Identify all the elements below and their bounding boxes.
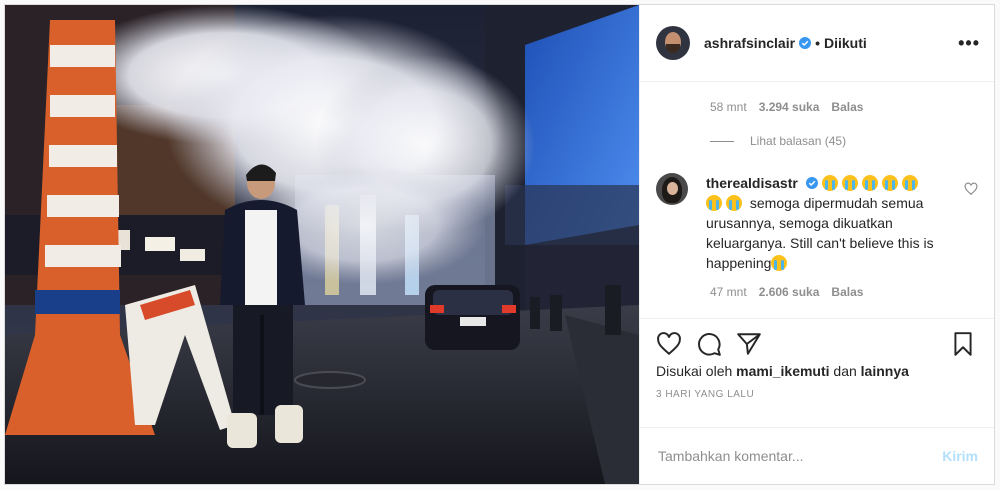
- comment-likes[interactable]: 2.606 suka: [759, 285, 820, 299]
- follow-status-button[interactable]: Diikuti: [824, 35, 867, 51]
- comments-section: 58 mnt 3.294 suka Balas Lihat balasan (4…: [640, 82, 994, 318]
- author-username[interactable]: ashrafsinclair: [704, 35, 795, 51]
- crying-face-icon: [901, 175, 918, 191]
- comment-time: 47 mnt: [710, 285, 747, 299]
- author-avatar[interactable]: [656, 26, 690, 60]
- first-comment-meta: 58 mnt 3.294 suka Balas: [710, 100, 863, 114]
- post-timestamp[interactable]: 3 HARI YANG LALU: [656, 389, 754, 400]
- post-actions: Disukai oleh mami_ikemuti dan lainnya 3 …: [640, 318, 994, 427]
- like-comment-heart-icon[interactable]: [964, 182, 978, 196]
- bookmark-icon[interactable]: [950, 331, 976, 357]
- more-options-icon[interactable]: •••: [958, 33, 980, 54]
- crying-face-icon: [881, 175, 898, 191]
- comment-bubble-icon[interactable]: [696, 331, 722, 357]
- like-heart-icon[interactable]: [656, 331, 682, 357]
- commenter-avatar[interactable]: [656, 173, 688, 205]
- comment-input[interactable]: [656, 447, 943, 465]
- liked-by-prefix: Disukai oleh: [656, 363, 733, 379]
- crying-face-icon: [841, 175, 858, 191]
- post-comment-button[interactable]: Kirim: [942, 448, 978, 464]
- liked-by-others[interactable]: lainnya: [861, 363, 909, 379]
- crying-face-icon: [821, 175, 838, 191]
- post-header: ashrafsinclair • Diikuti •••: [640, 5, 994, 82]
- street-scene-image: [5, 5, 639, 484]
- crying-face-icon: [861, 175, 878, 191]
- liked-by: Disukai oleh mami_ikemuti dan lainnya: [656, 363, 909, 379]
- separator-dot: •: [815, 35, 820, 51]
- comment-item: therealdisastr semoga dipermudah semua u…: [656, 173, 972, 273]
- post-sidebar: ashrafsinclair • Diikuti ••• 58 mnt 3.29…: [639, 5, 994, 484]
- verified-badge-icon: [799, 37, 812, 49]
- comment-time: 58 mnt: [710, 100, 747, 114]
- crying-face-icon: [771, 255, 788, 271]
- instagram-post: ashrafsinclair • Diikuti ••• 58 mnt 3.29…: [4, 4, 995, 485]
- verified-badge-icon: [805, 177, 818, 189]
- reply-button[interactable]: Balas: [831, 285, 863, 299]
- post-photo[interactable]: [5, 5, 639, 484]
- add-comment-bar: Kirim: [640, 427, 994, 484]
- share-paper-plane-icon[interactable]: [736, 331, 762, 357]
- liked-by-user[interactable]: mami_ikemuti: [736, 363, 829, 379]
- comment-body: therealdisastr semoga dipermudah semua u…: [706, 173, 936, 273]
- liked-by-conj: dan: [833, 363, 857, 379]
- comment-likes[interactable]: 3.294 suka: [759, 100, 820, 114]
- reply-button[interactable]: Balas: [831, 100, 863, 114]
- view-replies[interactable]: Lihat balasan (45): [710, 134, 846, 148]
- view-replies-label: Lihat balasan (45): [750, 134, 847, 148]
- comment-meta: 47 mnt 2.606 suka Balas: [710, 285, 863, 299]
- save-bookmark-button[interactable]: [950, 331, 976, 362]
- commenter-username[interactable]: therealdisastr: [706, 175, 798, 191]
- replies-divider: [710, 140, 734, 142]
- crying-face-icon: [706, 195, 722, 211]
- action-icons: [656, 331, 762, 357]
- crying-face-icon: [726, 195, 742, 211]
